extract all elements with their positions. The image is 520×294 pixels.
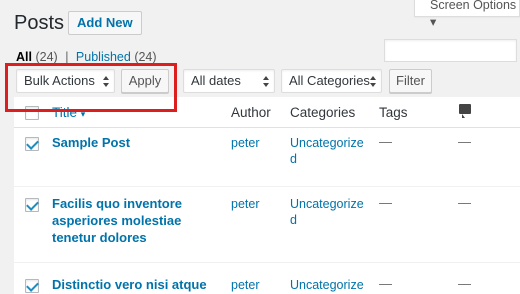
select-arrows-icon (263, 76, 269, 87)
row-checkbox[interactable] (25, 279, 39, 293)
search-input[interactable] (384, 39, 517, 62)
row-divider (14, 262, 520, 263)
post-comments: — (458, 195, 471, 210)
dates-select[interactable]: All dates (183, 69, 275, 93)
add-new-button[interactable]: Add New (68, 11, 142, 35)
screen-options-toggle[interactable]: Screen Options ▾ (414, 0, 520, 29)
post-author-link[interactable]: peter (231, 277, 260, 293)
post-author-link[interactable]: peter (231, 135, 260, 151)
page-title: Posts (14, 12, 65, 34)
categories-select[interactable]: All Categories (281, 69, 382, 93)
post-comments: — (458, 134, 471, 149)
column-tags-header: Tags (379, 105, 408, 120)
view-separator: | (65, 50, 69, 64)
view-all-count: (24) (35, 50, 58, 64)
select-arrows-icon (370, 76, 376, 87)
dates-value: All dates (191, 73, 241, 88)
post-category-link[interactable]: Uncategorize d (290, 196, 364, 228)
view-all-link[interactable]: All (16, 50, 32, 64)
post-comments: — (458, 276, 471, 291)
post-category-link[interactable]: Uncategorize (290, 277, 364, 293)
row-checkbox[interactable] (25, 198, 39, 212)
filter-button[interactable]: Filter (389, 69, 432, 93)
post-tags: — (379, 195, 392, 210)
post-status-filter: All (24) | Published (24) (16, 50, 157, 64)
post-title-link[interactable]: Distinctio vero nisi atque (52, 276, 227, 293)
post-title-link[interactable]: Sample Post (52, 134, 212, 151)
comment-bubble-icon[interactable] (459, 104, 471, 118)
post-tags: — (379, 134, 392, 149)
row-divider (14, 186, 520, 187)
row-checkbox[interactable] (25, 137, 39, 151)
post-title-link[interactable]: Facilis quo inventore asperiores molesti… (52, 195, 212, 246)
bulk-actions-highlight (5, 63, 177, 112)
post-category-link[interactable]: Uncategorize d (290, 135, 364, 167)
post-tags: — (379, 276, 392, 291)
categories-value: All Categories (289, 73, 370, 88)
column-author-header: Author (231, 105, 271, 120)
post-author-link[interactable]: peter (231, 196, 260, 212)
column-categories-header: Categories (290, 105, 356, 120)
view-published-link[interactable]: Published (76, 50, 131, 64)
view-published-count: (24) (134, 50, 157, 64)
